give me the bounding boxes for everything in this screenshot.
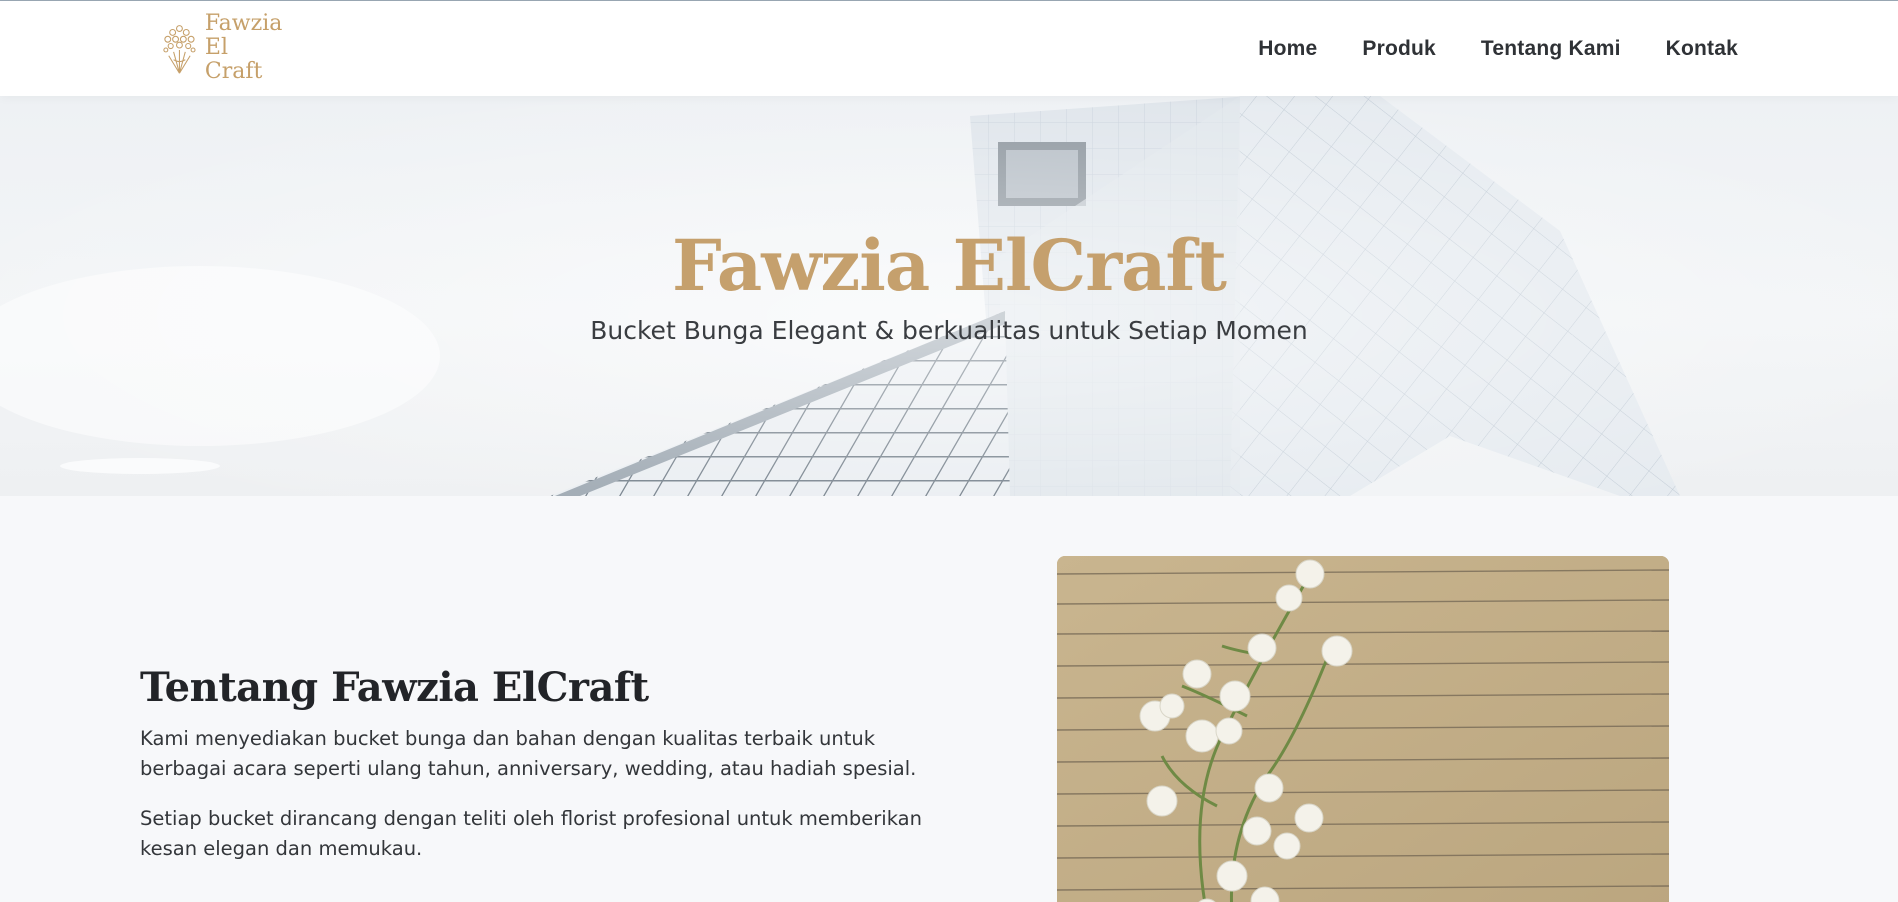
brand-logo[interactable]: Fawzia El Craft	[160, 12, 290, 84]
brand-name: Fawzia El Craft	[205, 12, 290, 84]
about-paragraph-2: Setiap bucket dirancang dengan teliti ol…	[140, 807, 922, 860]
flower-photo	[1057, 556, 1669, 902]
about-title: Tentang Fawzia ElCraft	[140, 664, 649, 711]
hero-title: Fawzia ElCraft	[672, 224, 1227, 307]
nav-tentang-kami[interactable]: Tentang Kami	[1481, 37, 1621, 61]
brand-name-line2: El Craft	[204, 35, 263, 84]
nav-produk[interactable]: Produk	[1362, 37, 1436, 61]
main-nav: Home Produk Tentang Kami Kontak	[1213, 1, 1738, 96]
hero-section: Fawzia ElCraft Bucket Bunga Elegant & be…	[0, 96, 1898, 496]
nav-home[interactable]: Home	[1258, 37, 1317, 61]
hero-subtitle: Bucket Bunga Elegant & berkualitas untuk…	[590, 316, 1308, 345]
lily-of-the-valley-image	[1057, 556, 1669, 902]
about-paragraph-1: Kami menyediakan bucket bunga dan bahan …	[140, 727, 917, 780]
brand-name-line1: Fawzia	[204, 11, 283, 36]
navbar: Fawzia El Craft Home Produk Tentang Kami…	[0, 1, 1898, 96]
nav-kontak[interactable]: Kontak	[1666, 37, 1738, 61]
bouquet-logo-icon	[163, 25, 196, 74]
